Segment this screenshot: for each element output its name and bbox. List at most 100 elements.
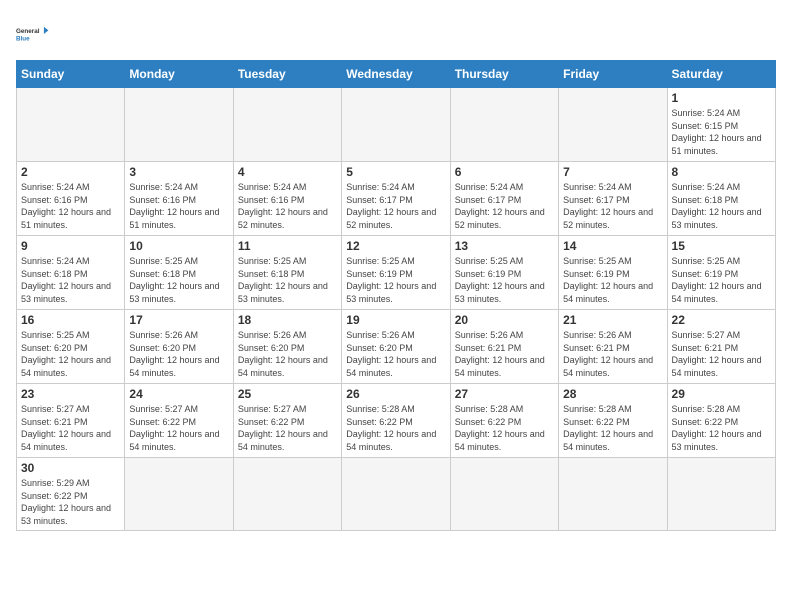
calendar-cell: 25 Sunrise: 5:27 AM Sunset: 6:22 PM Dayli… (233, 384, 341, 458)
weekday-header-friday: Friday (559, 61, 667, 88)
calendar-cell: 14 Sunrise: 5:25 AM Sunset: 6:19 PM Dayli… (559, 236, 667, 310)
calendar-cell (125, 88, 233, 162)
day-info: Sunrise: 5:27 AM Sunset: 6:21 PM Dayligh… (672, 329, 771, 379)
day-info: Sunrise: 5:24 AM Sunset: 6:17 PM Dayligh… (455, 181, 554, 231)
calendar-cell (17, 88, 125, 162)
calendar-cell: 1Sunrise: 5:24 AM Sunset: 6:15 PM Daylig… (667, 88, 775, 162)
day-info: Sunrise: 5:27 AM Sunset: 6:22 PM Dayligh… (238, 403, 337, 453)
calendar-cell (450, 88, 558, 162)
header: GeneralBlue (16, 16, 776, 52)
day-number: 21 (563, 313, 662, 327)
svg-text:Blue: Blue (16, 35, 30, 42)
day-number: 12 (346, 239, 445, 253)
calendar-week-6: 30 Sunrise: 5:29 AM Sunset: 6:22 PM Dayli… (17, 458, 776, 531)
day-info: Sunrise: 5:28 AM Sunset: 6:22 PM Dayligh… (563, 403, 662, 453)
calendar-cell: 27 Sunrise: 5:28 AM Sunset: 6:22 PM Dayli… (450, 384, 558, 458)
calendar-cell: 8Sunrise: 5:24 AM Sunset: 6:18 PM Daylig… (667, 162, 775, 236)
calendar-cell: 28 Sunrise: 5:28 AM Sunset: 6:22 PM Dayli… (559, 384, 667, 458)
day-info: Sunrise: 5:24 AM Sunset: 6:17 PM Dayligh… (346, 181, 445, 231)
calendar-cell (125, 458, 233, 531)
weekday-header-saturday: Saturday (667, 61, 775, 88)
day-number: 4 (238, 165, 337, 179)
day-info: Sunrise: 5:25 AM Sunset: 6:20 PM Dayligh… (21, 329, 120, 379)
day-number: 28 (563, 387, 662, 401)
calendar-cell: 20 Sunrise: 5:26 AM Sunset: 6:21 PM Dayli… (450, 310, 558, 384)
day-number: 19 (346, 313, 445, 327)
calendar-cell: 6Sunrise: 5:24 AM Sunset: 6:17 PM Daylig… (450, 162, 558, 236)
calendar-cell: 12Sunrise: 5:25 AM Sunset: 6:19 PM Dayli… (342, 236, 450, 310)
calendar-cell: 13 Sunrise: 5:25 AM Sunset: 6:19 PM Dayli… (450, 236, 558, 310)
weekday-header-tuesday: Tuesday (233, 61, 341, 88)
calendar-cell (450, 458, 558, 531)
day-number: 10 (129, 239, 228, 253)
calendar-cell: 22 Sunrise: 5:27 AM Sunset: 6:21 PM Dayli… (667, 310, 775, 384)
day-info: Sunrise: 5:28 AM Sunset: 6:22 PM Dayligh… (672, 403, 771, 453)
calendar-cell: 10Sunrise: 5:25 AM Sunset: 6:18 PM Dayli… (125, 236, 233, 310)
day-number: 9 (21, 239, 120, 253)
calendar-cell: 21 Sunrise: 5:26 AM Sunset: 6:21 PM Dayli… (559, 310, 667, 384)
calendar-cell: 15 Sunrise: 5:25 AM Sunset: 6:19 PM Dayli… (667, 236, 775, 310)
calendar-week-3: 9 Sunrise: 5:24 AM Sunset: 6:18 PM Daylig… (17, 236, 776, 310)
day-number: 27 (455, 387, 554, 401)
calendar-cell (233, 88, 341, 162)
calendar-week-1: 1Sunrise: 5:24 AM Sunset: 6:15 PM Daylig… (17, 88, 776, 162)
calendar-cell: 2Sunrise: 5:24 AM Sunset: 6:16 PM Daylig… (17, 162, 125, 236)
day-info: Sunrise: 5:26 AM Sunset: 6:20 PM Dayligh… (129, 329, 228, 379)
weekday-header-sunday: Sunday (17, 61, 125, 88)
day-number: 30 (21, 461, 120, 475)
svg-text:General: General (16, 28, 40, 35)
day-info: Sunrise: 5:24 AM Sunset: 6:16 PM Dayligh… (238, 181, 337, 231)
day-number: 26 (346, 387, 445, 401)
day-number: 24 (129, 387, 228, 401)
day-number: 14 (563, 239, 662, 253)
day-info: Sunrise: 5:24 AM Sunset: 6:16 PM Dayligh… (129, 181, 228, 231)
day-number: 16 (21, 313, 120, 327)
calendar-cell: 18 Sunrise: 5:26 AM Sunset: 6:20 PM Dayli… (233, 310, 341, 384)
calendar-cell (342, 458, 450, 531)
calendar-week-5: 23 Sunrise: 5:27 AM Sunset: 6:21 PM Dayli… (17, 384, 776, 458)
day-info: Sunrise: 5:25 AM Sunset: 6:19 PM Dayligh… (563, 255, 662, 305)
day-info: Sunrise: 5:25 AM Sunset: 6:19 PM Dayligh… (455, 255, 554, 305)
calendar-cell (342, 88, 450, 162)
day-info: Sunrise: 5:24 AM Sunset: 6:15 PM Dayligh… (672, 107, 771, 157)
calendar-cell: 16 Sunrise: 5:25 AM Sunset: 6:20 PM Dayli… (17, 310, 125, 384)
day-number: 8 (672, 165, 771, 179)
day-number: 29 (672, 387, 771, 401)
calendar-cell: 30 Sunrise: 5:29 AM Sunset: 6:22 PM Dayli… (17, 458, 125, 531)
day-number: 23 (21, 387, 120, 401)
day-info: Sunrise: 5:25 AM Sunset: 6:18 PM Dayligh… (238, 255, 337, 305)
day-info: Sunrise: 5:26 AM Sunset: 6:21 PM Dayligh… (455, 329, 554, 379)
day-number: 3 (129, 165, 228, 179)
day-info: Sunrise: 5:25 AM Sunset: 6:19 PM Dayligh… (672, 255, 771, 305)
day-number: 5 (346, 165, 445, 179)
calendar-cell: 9 Sunrise: 5:24 AM Sunset: 6:18 PM Daylig… (17, 236, 125, 310)
day-number: 2 (21, 165, 120, 179)
day-number: 13 (455, 239, 554, 253)
day-number: 18 (238, 313, 337, 327)
calendar-cell (667, 458, 775, 531)
calendar-cell: 19Sunrise: 5:26 AM Sunset: 6:20 PM Dayli… (342, 310, 450, 384)
calendar-cell: 23 Sunrise: 5:27 AM Sunset: 6:21 PM Dayli… (17, 384, 125, 458)
weekday-header-thursday: Thursday (450, 61, 558, 88)
day-info: Sunrise: 5:24 AM Sunset: 6:17 PM Dayligh… (563, 181, 662, 231)
calendar-table: SundayMondayTuesdayWednesdayThursdayFrid… (16, 60, 776, 531)
day-number: 22 (672, 313, 771, 327)
day-info: Sunrise: 5:26 AM Sunset: 6:20 PM Dayligh… (238, 329, 337, 379)
day-number: 25 (238, 387, 337, 401)
calendar-cell (559, 88, 667, 162)
weekday-header-monday: Monday (125, 61, 233, 88)
calendar-cell: 4 Sunrise: 5:24 AM Sunset: 6:16 PM Daylig… (233, 162, 341, 236)
day-info: Sunrise: 5:28 AM Sunset: 6:22 PM Dayligh… (455, 403, 554, 453)
calendar-cell: 26Sunrise: 5:28 AM Sunset: 6:22 PM Dayli… (342, 384, 450, 458)
calendar-cell: 11Sunrise: 5:25 AM Sunset: 6:18 PM Dayli… (233, 236, 341, 310)
day-number: 20 (455, 313, 554, 327)
day-number: 15 (672, 239, 771, 253)
weekday-header-wednesday: Wednesday (342, 61, 450, 88)
weekday-header-row: SundayMondayTuesdayWednesdayThursdayFrid… (17, 61, 776, 88)
day-info: Sunrise: 5:26 AM Sunset: 6:21 PM Dayligh… (563, 329, 662, 379)
calendar-week-2: 2 Sunrise: 5:24 AM Sunset: 6:16 PM Daylig… (17, 162, 776, 236)
calendar-cell: 5 Sunrise: 5:24 AM Sunset: 6:17 PM Daylig… (342, 162, 450, 236)
day-info: Sunrise: 5:27 AM Sunset: 6:21 PM Dayligh… (21, 403, 120, 453)
day-info: Sunrise: 5:29 AM Sunset: 6:22 PM Dayligh… (21, 477, 120, 527)
day-info: Sunrise: 5:24 AM Sunset: 6:18 PM Dayligh… (21, 255, 120, 305)
